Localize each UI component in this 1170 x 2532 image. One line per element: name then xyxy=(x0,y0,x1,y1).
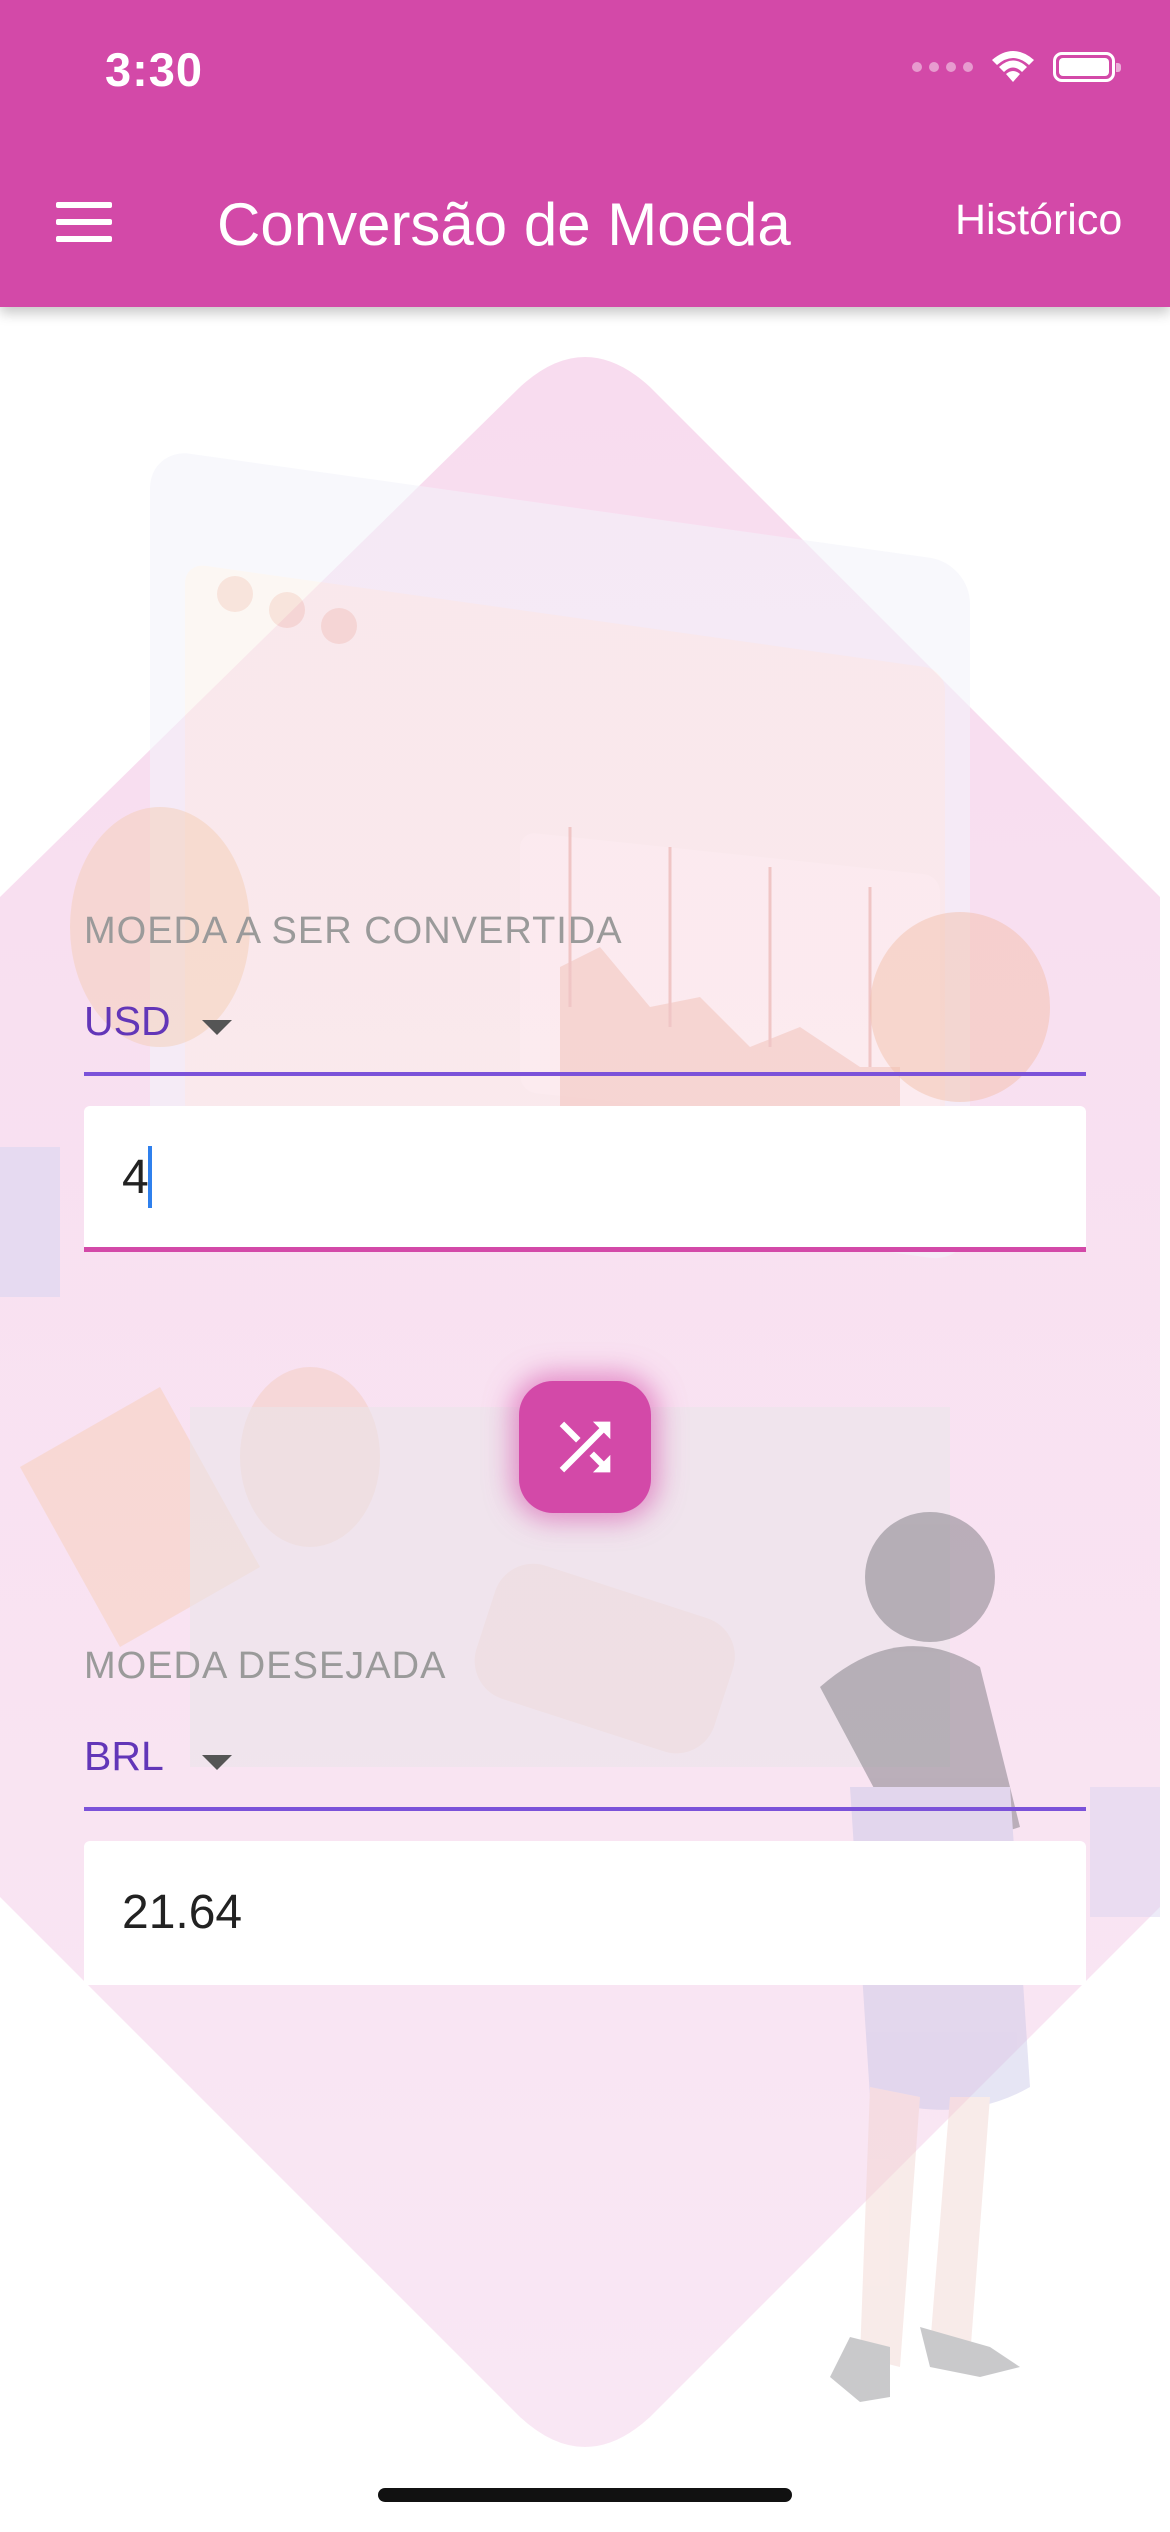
wifi-icon xyxy=(992,51,1034,82)
from-currency-dropdown[interactable]: USD xyxy=(84,990,1086,1076)
battery-icon xyxy=(1053,52,1121,82)
history-button[interactable]: Histórico xyxy=(955,196,1122,245)
status-icons xyxy=(912,50,1121,84)
to-currency-value: BRL xyxy=(84,1733,164,1779)
chevron-down-icon xyxy=(202,1755,232,1770)
cellular-signal-icon xyxy=(912,62,973,72)
chevron-down-icon xyxy=(202,1020,232,1035)
text-cursor xyxy=(148,1146,152,1208)
from-currency-label: MOEDA A SER CONVERTIDA xyxy=(84,910,623,952)
page-title: Conversão de Moeda xyxy=(217,191,791,258)
result-value: 21.64 xyxy=(122,1886,243,1939)
shuffle-icon xyxy=(559,1421,611,1473)
swap-currencies-button[interactable] xyxy=(519,1381,651,1513)
home-indicator[interactable] xyxy=(378,2488,792,2502)
from-currency-value: USD xyxy=(84,998,171,1044)
status-time: 3:30 xyxy=(105,43,204,96)
to-currency-dropdown[interactable]: BRL xyxy=(84,1725,1086,1811)
result-field[interactable]: 21.64 xyxy=(84,1841,1086,1985)
app-bar: 3:30 Conversão de Moeda Histórico xyxy=(0,0,1170,307)
screen: 3:30 Conversão de Moeda Histórico MOEDA … xyxy=(0,0,1170,2532)
to-currency-label: MOEDA DESEJADA xyxy=(84,1645,447,1687)
amount-input-value: 4 xyxy=(122,1151,149,1204)
menu-icon[interactable] xyxy=(42,186,126,258)
amount-input[interactable]: 4 xyxy=(84,1106,1086,1252)
